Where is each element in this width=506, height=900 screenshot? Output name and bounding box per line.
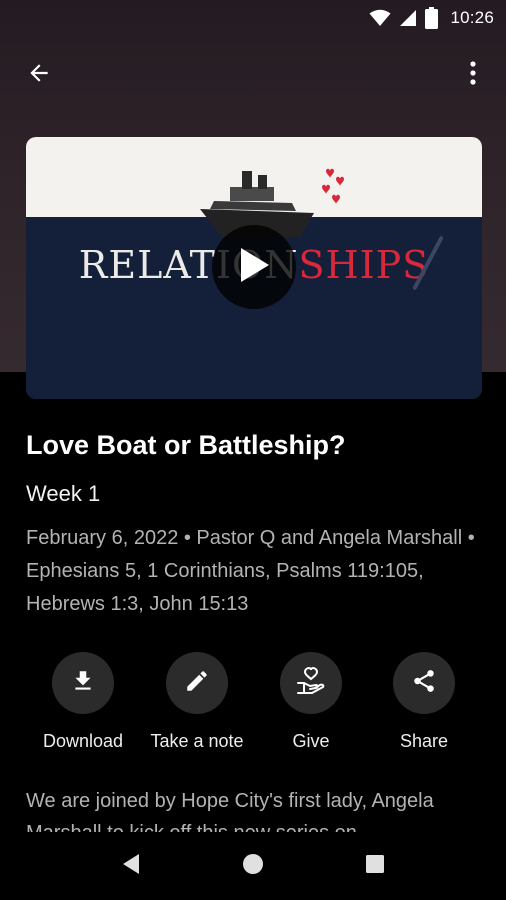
nav-home-icon [242,853,264,880]
take-note-action[interactable]: Take a note [132,652,262,752]
play-button[interactable] [212,225,296,309]
app-bar [0,48,506,100]
nav-recents-button[interactable] [351,842,399,890]
status-bar: 10:26 [0,0,506,36]
share-button[interactable] [393,652,455,714]
give-button[interactable] [280,652,342,714]
sermon-subtitle: Week 1 [26,481,101,506]
pencil-icon [184,668,210,699]
wifi-icon [369,9,391,27]
system-nav-bar [0,832,506,900]
nav-back-button[interactable] [107,842,155,890]
sermon-meta: February 6, 2022 • Pastor Q and Angela M… [26,527,475,615]
take-note-button[interactable] [166,652,228,714]
download-label: Download [42,731,124,751]
more-vert-icon [470,60,476,90]
more-options-button[interactable] [452,54,494,96]
play-icon [237,246,271,289]
arrow-back-icon [26,60,52,91]
back-button[interactable] [18,54,60,96]
sermon-video-player[interactable]: RELATIONSHIPS [26,137,482,399]
battery-icon [425,7,439,29]
sermon-title: Love Boat or Battleship? [26,430,346,460]
give-hand-heart-icon [296,666,326,700]
download-action[interactable]: Download [18,652,148,752]
nav-recents-icon [365,854,385,879]
download-button[interactable] [52,652,114,714]
nav-back-icon [121,853,141,880]
download-icon [70,668,96,699]
share-label: Share [399,731,449,751]
cell-signal-icon [399,9,417,27]
share-action[interactable]: Share [359,652,489,752]
artwork-title-part2: SHIPS [298,243,430,287]
give-label: Give [292,731,330,751]
give-action[interactable]: Give [246,652,376,752]
hearts-illustration [322,168,344,204]
nav-home-button[interactable] [229,842,277,890]
share-icon [411,668,437,699]
take-note-label: Take a note [150,731,244,751]
status-time: 10:26 [450,8,494,27]
